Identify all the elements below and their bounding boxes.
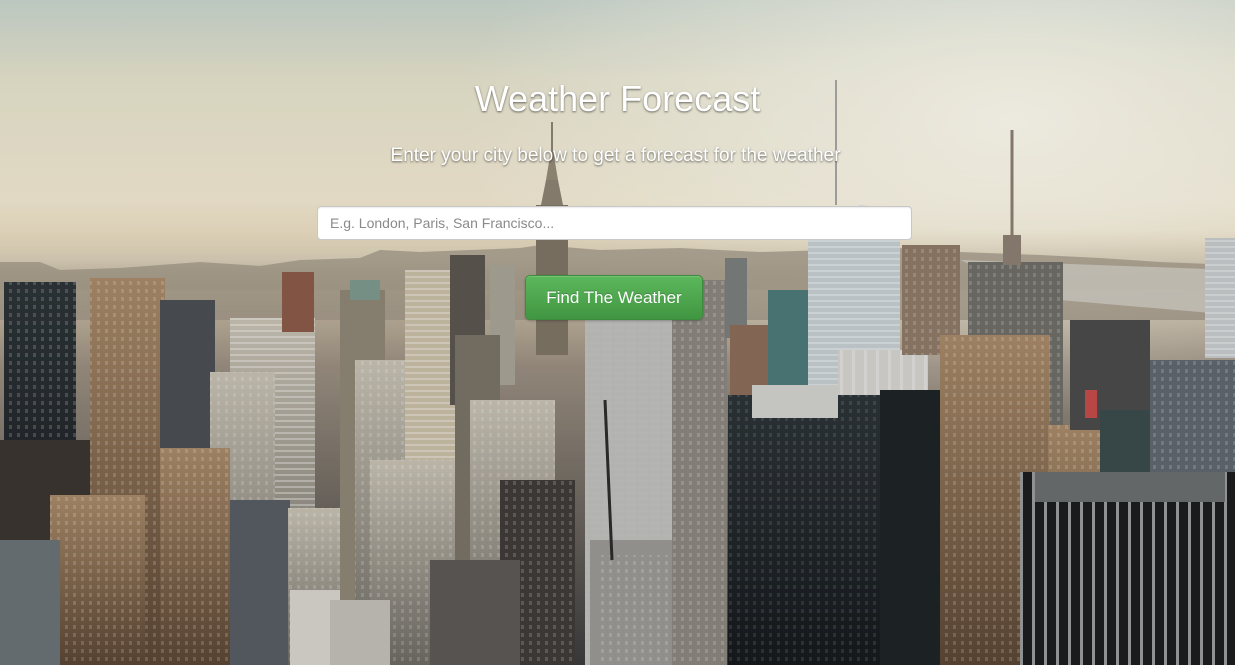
city-search-input[interactable] xyxy=(317,206,912,240)
page-subtitle: Enter your city below to get a forecast … xyxy=(390,145,841,166)
weather-page: Weather Forecast Enter your city below t… xyxy=(0,0,1235,665)
page-title: Weather Forecast xyxy=(474,78,761,119)
hero-content: Weather Forecast Enter your city below t… xyxy=(0,0,1235,665)
find-weather-button[interactable]: Find The Weather xyxy=(525,275,703,320)
